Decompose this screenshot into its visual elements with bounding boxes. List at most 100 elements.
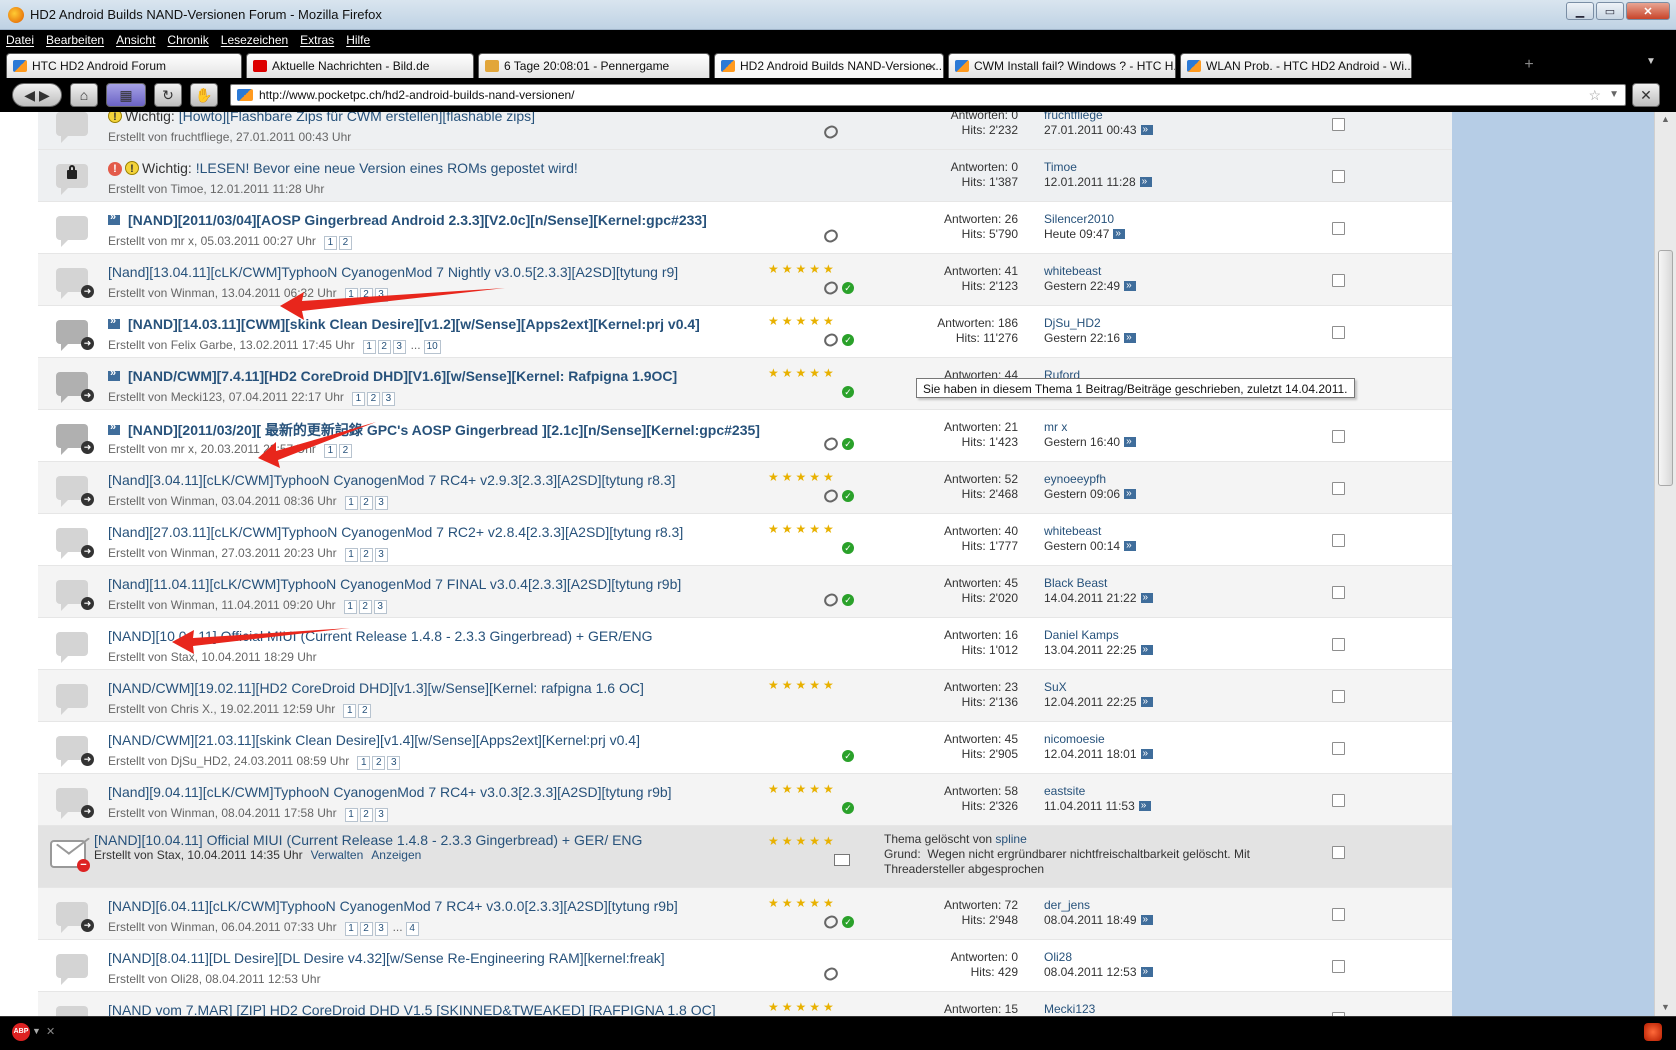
- back-forward-button[interactable]: ◀ ▶: [12, 83, 62, 107]
- menu-datei[interactable]: Datei: [6, 33, 34, 47]
- home-icon[interactable]: ⌂: [70, 83, 98, 107]
- new-posts-arrow-icon[interactable]: ➜: [81, 389, 94, 402]
- new-posts-arrow-icon[interactable]: ➜: [81, 805, 94, 818]
- last-post-user[interactable]: mr x: [1044, 420, 1136, 435]
- thread-select-checkbox[interactable]: [1332, 118, 1345, 131]
- last-post-user[interactable]: fruchtfliege: [1044, 112, 1153, 123]
- go-to-last-post-icon[interactable]: [1140, 912, 1153, 927]
- firebug-icon[interactable]: [1644, 1023, 1662, 1041]
- url-dropdown-icon[interactable]: ▼: [1609, 89, 1619, 100]
- page-link[interactable]: 3: [374, 548, 388, 562]
- tab-cwm-install[interactable]: CWM Install fail? Windows ? - HTC H...: [948, 53, 1176, 78]
- menu-ansicht[interactable]: Ansicht: [116, 33, 155, 47]
- thread-title-link[interactable]: [NAND][8.04.11][DL Desire][DL Desire v4.…: [108, 950, 665, 966]
- go-to-last-post-icon[interactable]: [1124, 278, 1137, 293]
- page-link[interactable]: 2: [359, 496, 373, 510]
- go-to-last-post-icon[interactable]: [1138, 798, 1151, 813]
- thread-title-link[interactable]: [NAND][10.04.11] Official MIUI (Current …: [108, 628, 653, 644]
- page-link[interactable]: 1: [344, 922, 358, 936]
- adblock-dropdown-icon[interactable]: ▼: [32, 1026, 41, 1036]
- go-to-last-post-icon[interactable]: [1140, 590, 1153, 605]
- go-to-last-post-icon[interactable]: [1140, 122, 1153, 137]
- page-link[interactable]: 3: [374, 808, 388, 822]
- page-link[interactable]: 1: [362, 340, 376, 354]
- page-link[interactable]: 3: [374, 922, 388, 936]
- thread-title-link[interactable]: [NAND/CWM][7.4.11][HD2 CoreDroid DHD][V1…: [108, 367, 677, 384]
- adblock-plus-icon[interactable]: ABP: [12, 1023, 30, 1041]
- tab-htc-hd2-forum[interactable]: HTC HD2 Android Forum: [6, 53, 242, 78]
- page-link[interactable]: 3: [374, 496, 388, 510]
- new-posts-arrow-icon[interactable]: ➜: [81, 493, 94, 506]
- page-link[interactable]: 1: [323, 236, 337, 250]
- go-to-last-post-icon[interactable]: [1139, 174, 1152, 189]
- reload-icon[interactable]: ↻: [154, 83, 182, 107]
- page-link[interactable]: 2: [358, 600, 372, 614]
- close-tab-icon[interactable]: ✕: [927, 60, 937, 74]
- thread-title-link[interactable]: [Nand][3.04.11][cLK/CWM]TyphooN Cyanogen…: [108, 472, 675, 488]
- go-to-last-post-icon[interactable]: [1113, 226, 1126, 241]
- thread-select-checkbox[interactable]: [1332, 846, 1345, 859]
- tab-bild[interactable]: Aktuelle Nachrichten - Bild.de: [246, 53, 474, 78]
- close-window-button[interactable]: ✕: [1626, 2, 1670, 20]
- menu-chronik[interactable]: Chronik: [167, 33, 208, 47]
- thread-select-checkbox[interactable]: [1332, 742, 1345, 755]
- thread-select-checkbox[interactable]: [1332, 908, 1345, 921]
- thread-select-checkbox[interactable]: [1332, 482, 1345, 495]
- page-link[interactable]: 1: [343, 600, 357, 614]
- bookmark-star-icon[interactable]: ☆: [1588, 87, 1601, 104]
- new-posts-arrow-icon[interactable]: ➜: [81, 919, 94, 932]
- tab-wlan-prob[interactable]: WLAN Prob. - HTC HD2 Android - Wi...: [1180, 53, 1412, 78]
- thread-title-link[interactable]: [Nand][11.04.11][cLK/CWM]TyphooN Cyanoge…: [108, 576, 681, 592]
- last-post-user[interactable]: Mecki123: [1044, 1002, 1095, 1016]
- thread-select-checkbox[interactable]: [1332, 794, 1345, 807]
- thread-select-checkbox[interactable]: [1332, 170, 1345, 183]
- page-link[interactable]: 2: [372, 756, 386, 770]
- url-bar[interactable]: http://www.pocketpc.ch/hd2-android-build…: [230, 84, 1626, 106]
- page-link[interactable]: 2: [359, 548, 373, 562]
- last-post-user[interactable]: whitebeast: [1044, 524, 1136, 539]
- page-link[interactable]: 3: [373, 600, 387, 614]
- first-unread-icon[interactable]: [108, 421, 120, 435]
- new-tab-button[interactable]: +: [1518, 55, 1540, 75]
- status-close-icon[interactable]: ✕: [46, 1025, 55, 1038]
- go-to-last-post-icon[interactable]: [1124, 330, 1137, 345]
- thread-title-link[interactable]: [NAND vom 7.MAR] [ZIP] HD2 CoreDroid DHD…: [108, 1002, 716, 1016]
- last-post-user[interactable]: Black Beast: [1044, 576, 1153, 591]
- thread-select-checkbox[interactable]: [1332, 690, 1345, 703]
- page-link[interactable]: 1: [323, 444, 337, 458]
- go-to-last-post-icon[interactable]: [1140, 746, 1153, 761]
- thread-title-link[interactable]: !! Wichtig: !LESEN! Bevor eine neue Versi…: [108, 160, 578, 177]
- stop-icon[interactable]: ✋: [190, 83, 218, 107]
- first-unread-icon[interactable]: [108, 315, 120, 329]
- maximize-button[interactable]: ▭: [1596, 2, 1624, 20]
- go-to-last-post-icon[interactable]: [1124, 434, 1137, 449]
- tab-pennergame[interactable]: 6 Tage 20:08:01 - Pennergame: [478, 53, 710, 78]
- page-link[interactable]: 1: [344, 288, 358, 302]
- page-link[interactable]: 1: [344, 496, 358, 510]
- first-unread-icon[interactable]: [108, 367, 120, 381]
- page-link[interactable]: 1: [351, 392, 365, 406]
- scroll-up-icon[interactable]: ▲: [1661, 114, 1670, 124]
- addon-grid-icon[interactable]: ▦: [106, 83, 146, 107]
- vertical-scrollbar[interactable]: ▲ ▼: [1654, 112, 1676, 1016]
- new-posts-arrow-icon[interactable]: ➜: [81, 337, 94, 350]
- minimize-button[interactable]: ▁: [1566, 2, 1594, 20]
- thread-title-link[interactable]: [Nand][27.03.11][cLK/CWM]TyphooN Cyanoge…: [108, 524, 683, 540]
- menu-hilfe[interactable]: Hilfe: [346, 33, 370, 47]
- thread-title-link[interactable]: [Nand][9.04.11][cLK/CWM]TyphooN Cyanogen…: [108, 784, 672, 800]
- thread-title-link[interactable]: [NAND][14.03.11][CWM][skink Clean Desire…: [108, 315, 700, 332]
- go-to-last-post-icon[interactable]: [1140, 694, 1153, 709]
- go-to-last-post-icon[interactable]: [1140, 964, 1153, 979]
- last-post-user[interactable]: whitebeast: [1044, 264, 1136, 279]
- thread-select-checkbox[interactable]: [1332, 638, 1345, 651]
- thread-title-link[interactable]: [Nand][13.04.11][cLK/CWM]TyphooN Cyanoge…: [108, 264, 678, 280]
- last-post-user[interactable]: eastsite: [1044, 784, 1151, 799]
- thread-select-checkbox[interactable]: [1332, 326, 1345, 339]
- site-identity-icon[interactable]: [237, 89, 253, 101]
- thread-title-link[interactable]: ! Wichtig: [Howto][Flashbare Zips für CWM…: [108, 112, 535, 124]
- new-posts-arrow-icon[interactable]: ➜: [81, 753, 94, 766]
- thread-title-link[interactable]: [NAND][10.04.11] Official MIUI (Current …: [94, 832, 642, 848]
- thread-select-checkbox[interactable]: [1332, 274, 1345, 287]
- page-link[interactable]: 2: [358, 704, 372, 718]
- last-post-user[interactable]: Timoe: [1044, 160, 1152, 175]
